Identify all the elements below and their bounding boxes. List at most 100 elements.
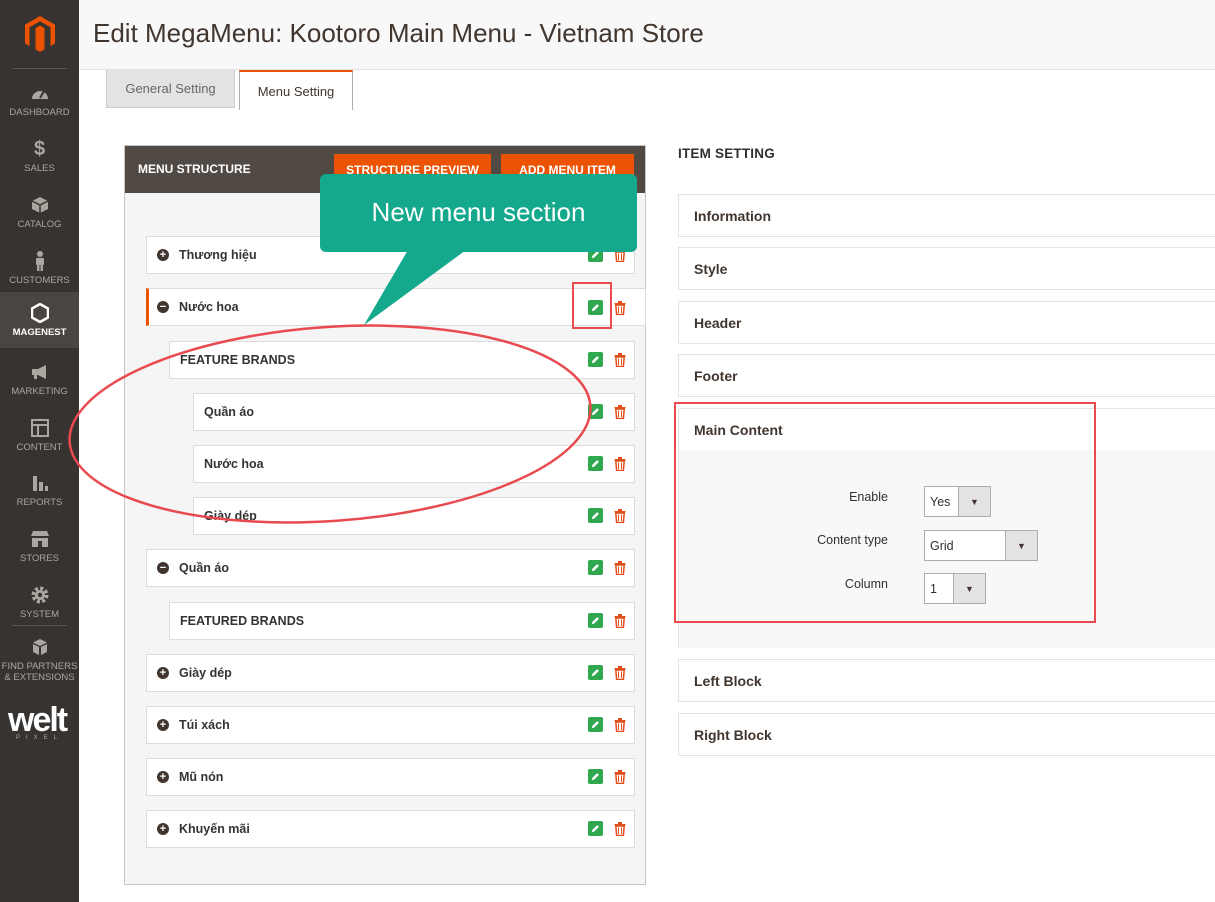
menu-item[interactable]: + Túi xách (146, 706, 635, 744)
nav-label: CONTENT (16, 442, 63, 453)
trash-icon[interactable] (613, 456, 627, 471)
nav-label: CATALOG (17, 219, 62, 230)
nav-content[interactable]: CONTENT (0, 407, 79, 463)
section-left-block[interactable]: Left Block (678, 659, 1215, 702)
callout-text: New menu section (371, 197, 586, 227)
menu-item-label: Nước hoa (179, 300, 239, 314)
callout-bubble: New menu section (320, 174, 637, 252)
expand-icon[interactable]: + (157, 771, 169, 783)
menu-item[interactable]: FEATURE BRANDS (169, 341, 635, 379)
collapse-icon[interactable]: − (157, 301, 169, 313)
nav-label: CUSTOMERS (9, 275, 70, 286)
menu-item[interactable]: + Khuyến mãi (146, 810, 635, 848)
trash-icon[interactable] (613, 300, 627, 315)
menu-item[interactable]: − Quần áo (146, 549, 635, 587)
menu-item-label: Túi xách (179, 718, 230, 732)
expand-icon[interactable]: + (157, 719, 169, 731)
dashboard-icon (29, 82, 51, 104)
edit-icon[interactable] (588, 665, 603, 680)
section-information[interactable]: Information (678, 194, 1215, 237)
nav-reports[interactable]: REPORTS (0, 462, 79, 518)
person-icon (29, 250, 51, 272)
trash-icon[interactable] (613, 821, 627, 836)
menu-item[interactable]: Quần áo (193, 393, 635, 431)
welt-pixel-logo[interactable]: welt PIXEL (8, 701, 74, 745)
nav-label: SALES (24, 163, 55, 174)
section-right-block[interactable]: Right Block (678, 713, 1215, 756)
section-label: Right Block (694, 726, 772, 743)
expand-icon[interactable]: + (157, 823, 169, 835)
nav-dashboard[interactable]: DASHBOARD (0, 72, 79, 128)
section-label: Footer (694, 367, 738, 384)
edit-icon[interactable] (588, 352, 603, 367)
section-style[interactable]: Style (678, 247, 1215, 290)
expand-icon[interactable]: + (157, 667, 169, 679)
nav-marketing[interactable]: MARKETING (0, 351, 79, 407)
menu-item-label: Mũ nón (179, 770, 224, 784)
trash-icon[interactable] (613, 352, 627, 367)
menu-structure-title: MENU STRUCTURE (138, 162, 251, 176)
trash-icon[interactable] (613, 508, 627, 523)
menu-item[interactable]: FEATURED BRANDS (169, 602, 635, 640)
menu-item[interactable]: Nước hoa (193, 445, 635, 483)
edit-icon[interactable] (588, 717, 603, 732)
nav-find-partners[interactable]: FIND PARTNERS & EXTENSIONS (0, 630, 79, 688)
welt-logo-text: welt (8, 701, 68, 739)
menu-item-label: Khuyến mãi (179, 822, 250, 836)
tab-general-setting[interactable]: General Setting (106, 70, 235, 108)
tab-menu-setting[interactable]: Menu Setting (239, 70, 353, 110)
edit-icon[interactable] (588, 613, 603, 628)
boxes-icon (29, 636, 51, 658)
layout-icon (29, 417, 51, 439)
edit-icon[interactable] (588, 821, 603, 836)
section-footer[interactable]: Footer (678, 354, 1215, 397)
edit-icon[interactable] (588, 769, 603, 784)
nav-label: DASHBOARD (9, 107, 70, 118)
magento-logo-icon (24, 16, 55, 52)
collapse-icon[interactable]: − (157, 562, 169, 574)
menu-item[interactable]: + Giày dép (146, 654, 635, 692)
expand-icon[interactable]: + (157, 249, 169, 261)
hexagon-icon (29, 302, 51, 324)
nav-label: MAGENEST (12, 327, 67, 338)
menu-item[interactable]: + Mũ nón (146, 758, 635, 796)
gear-icon (29, 584, 51, 606)
edit-icon[interactable] (588, 508, 603, 523)
nav-sales[interactable]: $ SALES (0, 128, 79, 184)
nav-stores[interactable]: STORES (0, 518, 79, 574)
menu-item-label: FEATURED BRANDS (180, 614, 305, 628)
edit-icon[interactable] (588, 560, 603, 575)
menu-item-label: Thương hiệu (179, 248, 257, 262)
section-header[interactable]: Header (678, 301, 1215, 344)
dollar-icon: $ (33, 137, 46, 160)
trash-icon[interactable] (613, 665, 627, 680)
nav-label: SYSTEM (19, 609, 60, 620)
megaphone-icon (29, 361, 51, 383)
menu-item[interactable]: − Nước hoa (146, 288, 646, 326)
nav-magenest[interactable]: MAGENEST (0, 292, 79, 348)
bar-chart-icon (29, 472, 51, 494)
nav-catalog[interactable]: CATALOG (0, 184, 79, 240)
section-label: Information (694, 207, 771, 224)
trash-icon[interactable] (613, 613, 627, 628)
menu-item-label: Quần áo (179, 561, 230, 575)
trash-icon[interactable] (613, 769, 627, 784)
nav-system[interactable]: SYSTEM (0, 574, 79, 630)
sidebar-divider (12, 625, 67, 626)
edit-icon[interactable] (588, 456, 603, 471)
trash-icon[interactable] (613, 560, 627, 575)
magento-logo[interactable] (0, 0, 79, 68)
menu-item-label: Giày dép (204, 509, 257, 523)
trash-icon[interactable] (613, 717, 627, 732)
edit-highlight-box (572, 282, 612, 329)
section-label: Header (694, 314, 742, 331)
menu-item-label: Nước hoa (204, 457, 264, 471)
nav-customers[interactable]: CUSTOMERS (0, 240, 79, 296)
edit-icon[interactable] (588, 404, 603, 419)
store-icon (29, 528, 51, 550)
menu-item-label: Quần áo (204, 405, 255, 419)
menu-item-label: FEATURE BRANDS (180, 353, 296, 367)
admin-sidebar: DASHBOARD $ SALES CATALOG CUSTOMERS MAGE… (0, 0, 79, 902)
menu-item[interactable]: Giày dép (193, 497, 635, 535)
trash-icon[interactable] (613, 404, 627, 419)
